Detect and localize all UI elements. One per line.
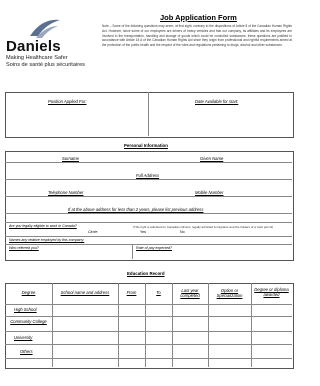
full-address-label: Full Address [136, 173, 160, 178]
surname-label: Surname [62, 156, 79, 161]
legal-eligibility-note: (This right is admitted for Canadian cit… [133, 224, 274, 229]
position-divider [148, 92, 149, 136]
logo-brand: Daniels [6, 38, 61, 55]
col-line [52, 283, 53, 367]
col-line [145, 283, 146, 367]
form-title: Job Application Form [160, 13, 237, 22]
full-address-input[interactable] [8, 180, 288, 188]
mobile-input[interactable] [152, 197, 288, 205]
rate-of-pay-label: Rate of pay expected? [136, 246, 172, 250]
yes-option[interactable]: Yes [140, 230, 146, 234]
logo-tagline-en: Making Healthcare Safer [6, 55, 68, 61]
edu-row-others: Others [20, 349, 33, 354]
legal-eligibility-question: Are you legally eligible to work in Cana… [9, 224, 77, 228]
telephone-input[interactable] [8, 197, 144, 205]
col-header-degree-awarded: Degree or diploma awarded [254, 287, 289, 297]
row-line [5, 304, 292, 305]
rate-of-pay-input[interactable] [200, 245, 288, 257]
col-header-from: From [126, 290, 137, 295]
given-name-input[interactable] [152, 163, 288, 171]
referred-divider [132, 244, 133, 259]
telephone-label: Telephone Number [48, 190, 84, 195]
row-line [5, 222, 292, 223]
form-note: Note – Some of the following questions m… [102, 24, 292, 48]
given-name-label: Given Name [200, 156, 224, 161]
edu-row-university: University [14, 335, 33, 340]
daniels-logo-icon [30, 19, 60, 38]
position-applied-input[interactable] [8, 108, 144, 132]
logo-tagline-fr: Soins de santé plus sécuritaires [6, 62, 85, 68]
col-header-last-year: Last year completed [180, 288, 200, 298]
referred-label: Who referred you? [9, 246, 39, 250]
col-header-to: To [156, 290, 161, 295]
row-line [5, 316, 292, 317]
row-line [5, 344, 292, 345]
row-line [5, 358, 292, 359]
circle-label: Circle: [88, 230, 99, 234]
referred-input[interactable] [58, 245, 130, 257]
date-available-label: Date Available for start: [195, 99, 239, 104]
edu-row-college: Community College [10, 319, 47, 324]
education-heading: Education Record [127, 271, 165, 276]
previous-address-input[interactable] [8, 214, 288, 222]
relatives-label: Names any relative employed by this comp… [9, 238, 85, 242]
col-header-option: Option or Specialization [216, 288, 243, 298]
col-header-degree: Degree [21, 290, 36, 295]
no-option[interactable]: No [180, 230, 185, 234]
personal-heading: Personal Information [124, 143, 168, 148]
col-line [118, 283, 119, 367]
col-header-school: School name and address [60, 290, 110, 295]
relatives-input[interactable] [120, 237, 288, 243]
surname-input[interactable] [8, 163, 144, 171]
date-available-input[interactable] [152, 108, 288, 132]
mobile-label: Mobile Number [195, 190, 224, 195]
previous-address-label: If at the above address for less than 2 … [68, 207, 204, 212]
row-line [5, 331, 292, 332]
edu-row-high-school: High School [14, 307, 37, 312]
position-applied-label: Position Applied For: [48, 99, 87, 104]
